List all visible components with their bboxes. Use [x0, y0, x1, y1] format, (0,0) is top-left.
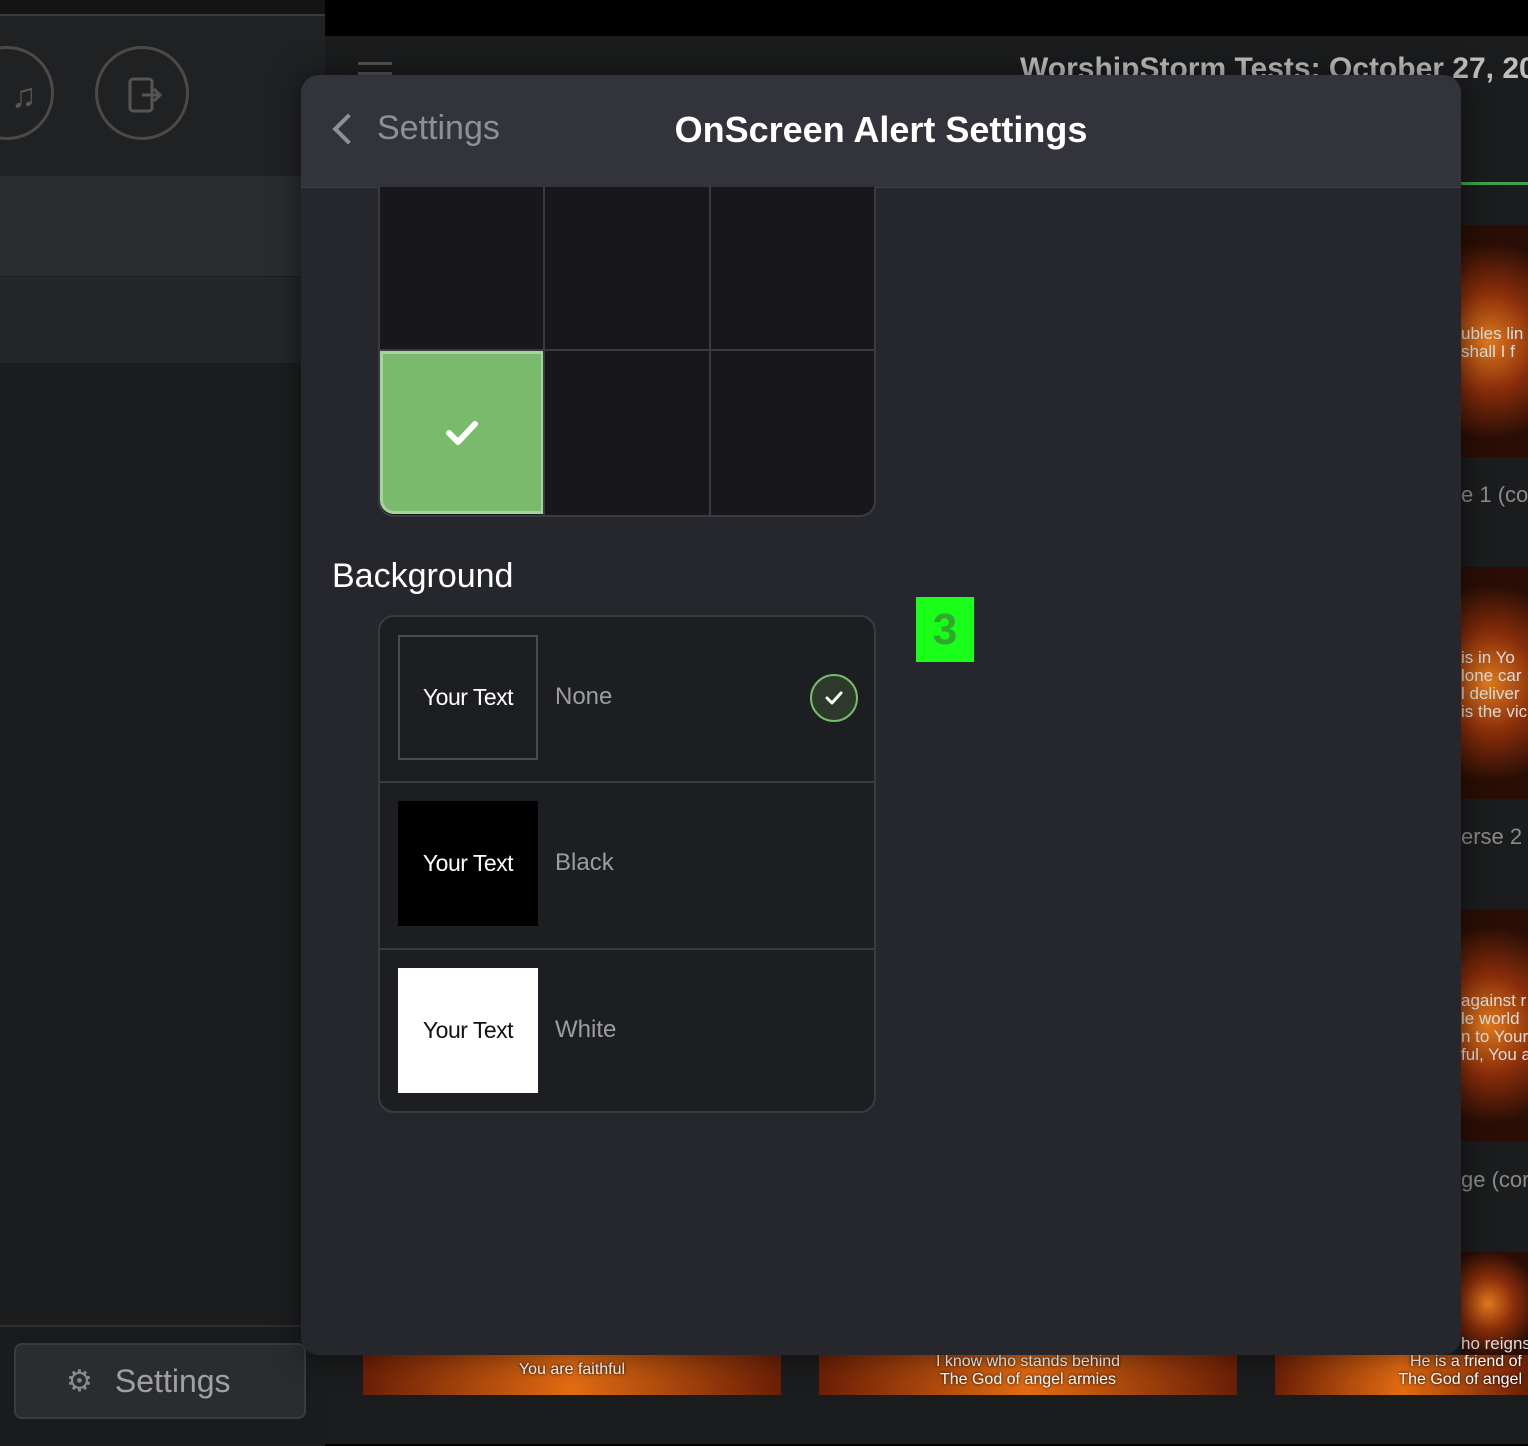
- slide-text: ubles lin shall I f: [1461, 325, 1528, 361]
- background-option-white[interactable]: Your Text White: [380, 948, 874, 1111]
- preview-swatch: Your Text: [398, 968, 538, 1093]
- modal-header: Settings OnScreen Alert Settings: [301, 75, 1461, 188]
- grid-divider: [380, 349, 874, 351]
- slide-line: ubles lin: [1461, 325, 1524, 343]
- slide-text: I know who stands behind The God of ange…: [935, 1355, 1121, 1388]
- gear-icon: ⚙: [66, 1364, 93, 1398]
- slide-text: is in Yo lone car l deliver is the vic: [1461, 649, 1528, 721]
- slide-line: is in Yo: [1461, 649, 1515, 667]
- position-cell-top-left[interactable]: [380, 187, 544, 350]
- slide-line: ho reigns: [1461, 1335, 1528, 1353]
- background-options-list: Your Text None Your Text Black Your Text…: [378, 615, 876, 1113]
- background-option-black[interactable]: Your Text Black: [380, 781, 874, 949]
- position-cell-bottom-right[interactable]: [711, 351, 874, 514]
- position-cell-bottom-center[interactable]: [545, 351, 709, 514]
- position-cell-bottom-left[interactable]: [380, 351, 544, 514]
- slide-thumbnail[interactable]: You are faithful: [363, 1355, 781, 1395]
- settings-button[interactable]: ⚙ Settings: [14, 1343, 306, 1419]
- position-cell-top-right[interactable]: [711, 187, 874, 350]
- slide-label: e 1 (co: [1461, 482, 1528, 507]
- option-label: Black: [555, 849, 614, 876]
- settings-button-label: Settings: [114, 1362, 231, 1399]
- slide-line: shall I f: [1461, 342, 1515, 361]
- slide-line: n to Your: [1461, 1027, 1528, 1046]
- sidebar-row[interactable]: [0, 176, 325, 276]
- slide-label: erse 2: [1461, 824, 1523, 849]
- checkmark-icon: [446, 420, 478, 445]
- preview-swatch: Your Text: [398, 635, 538, 760]
- slide-line: l deliver: [1461, 684, 1520, 703]
- slide-strip: You are faithful I know who stands behin…: [340, 1355, 1528, 1395]
- grid-divider: [543, 187, 545, 515]
- step-badge: 3: [916, 597, 974, 662]
- sidebar-header: ♫: [0, 16, 325, 176]
- slide-line: le world: [1461, 1009, 1520, 1028]
- option-label: None: [555, 683, 613, 710]
- slide-line: is the vic: [1461, 702, 1528, 721]
- music-note-icon: ♫: [11, 77, 37, 115]
- background-section-heading: Background: [332, 557, 514, 595]
- settings-modal: Settings OnScreen Alert Settings Backgro…: [301, 75, 1461, 1355]
- slide-line: against r: [1461, 992, 1527, 1010]
- slide-text: ho reigns: [1461, 1335, 1528, 1353]
- slide-thumbnail[interactable]: I know who stands behind The God of ange…: [819, 1355, 1237, 1395]
- preview-swatch: Your Text: [398, 801, 538, 926]
- position-cell-top-center[interactable]: [545, 187, 709, 350]
- background-option-none[interactable]: Your Text None: [380, 617, 874, 783]
- selected-check-icon: [810, 674, 858, 722]
- sidebar-top-bar: [0, 0, 325, 16]
- slide-text: You are faithful: [518, 1361, 626, 1378]
- grid-divider: [709, 187, 711, 515]
- slide-text: against r le world n to Your ful, You a: [1461, 992, 1528, 1064]
- slide-text: He is a friend of The God of angel: [1398, 1355, 1522, 1388]
- external-display-icon: [128, 77, 163, 113]
- sidebar-row[interactable]: [0, 277, 325, 363]
- external-display-button[interactable]: [95, 46, 189, 140]
- modal-title: OnScreen Alert Settings: [674, 109, 1088, 150]
- slide-label: ge (cor: [1461, 1167, 1528, 1192]
- slide-line: ful, You a: [1461, 1045, 1528, 1064]
- slide-line: lone car: [1461, 666, 1522, 685]
- option-label: White: [555, 1016, 617, 1043]
- active-tab-indicator: [1461, 182, 1528, 185]
- slide-thumbnail[interactable]: He is a friend of The God of angel: [1275, 1355, 1528, 1395]
- music-button[interactable]: ♫: [0, 46, 54, 140]
- position-grid: [378, 187, 876, 517]
